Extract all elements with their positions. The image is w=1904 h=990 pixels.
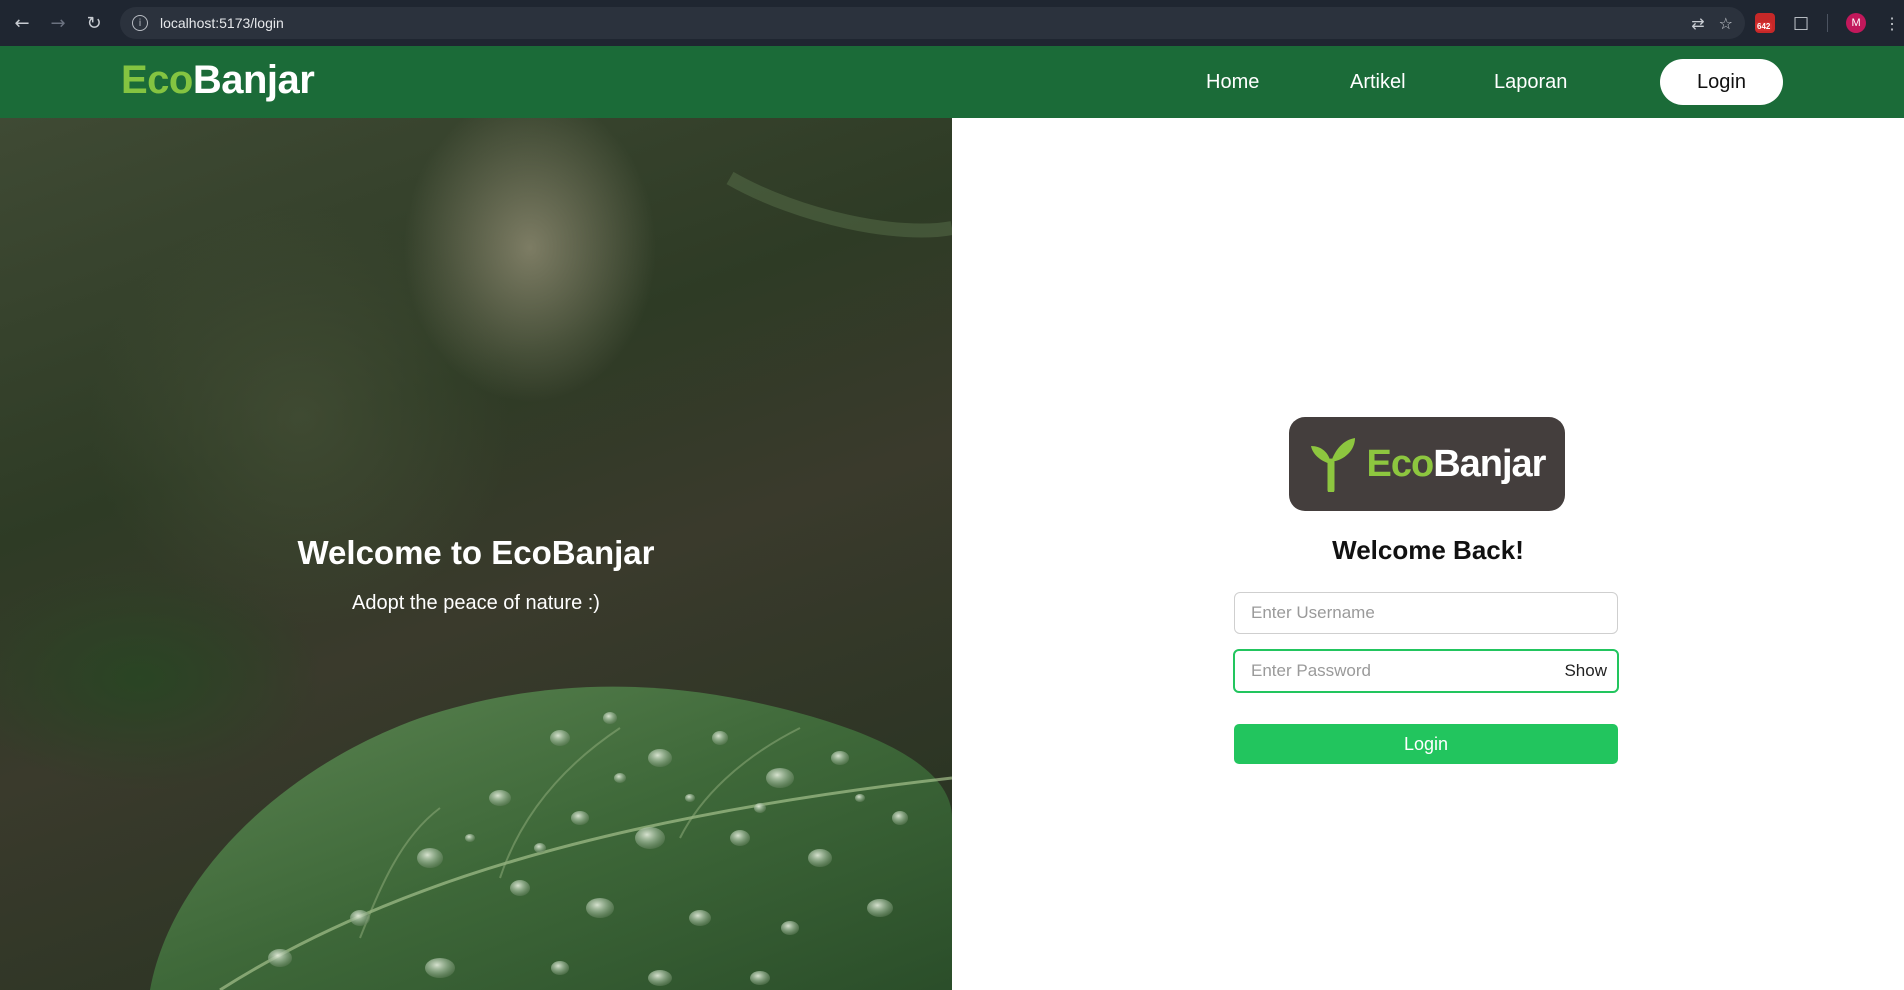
login-submit-button[interactable]: Login: [1234, 724, 1618, 764]
logo-wordmark: EcoBanjar: [1366, 442, 1547, 486]
hero-image: Welcome to EcoBanjar Adopt the peace of …: [0, 118, 952, 990]
welcome-heading: Welcome Back!: [1332, 535, 1524, 565]
username-input[interactable]: [1235, 593, 1551, 633]
nav-laporan[interactable]: Laporan: [1494, 71, 1567, 94]
browser-toolbar: ← → ↻ i localhost:5173/login ⇄ ☆ 642 □ M…: [0, 0, 1904, 46]
logo-banjar: Banjar: [1433, 442, 1546, 485]
site-navbar: EcoBanjar Home Artikel Laporan Login: [0, 46, 1904, 118]
extension-badge: 642: [1755, 22, 1773, 31]
reload-icon[interactable]: ↻: [76, 5, 112, 41]
hero-title: Welcome to EcoBanjar: [297, 534, 655, 571]
forward-arrow-icon[interactable]: →: [40, 5, 76, 41]
ecobanjar-logo: EcoBanjar: [1289, 417, 1565, 511]
login-panel: EcoBanjar Welcome Back! Show Login: [952, 118, 1904, 990]
bookmark-star-icon[interactable]: ☆: [1719, 14, 1733, 33]
brand-banjar: Banjar: [192, 58, 315, 102]
nav-artikel[interactable]: Artikel: [1350, 71, 1406, 94]
profile-avatar-icon[interactable]: M: [1846, 13, 1867, 33]
kebab-menu-icon[interactable]: ⋮: [1884, 14, 1900, 33]
translate-icon[interactable]: ⇄: [1691, 14, 1704, 33]
password-input[interactable]: [1235, 651, 1551, 691]
back-arrow-icon[interactable]: ←: [4, 5, 40, 41]
brand-logo[interactable]: EcoBanjar: [121, 58, 315, 103]
hero-subtitle: Adopt the peace of nature :): [352, 592, 600, 614]
password-field[interactable]: Show: [1233, 649, 1619, 693]
extension-icon[interactable]: 642: [1755, 13, 1775, 33]
logo-eco: Eco: [1366, 442, 1435, 485]
puzzle-icon[interactable]: □: [1793, 13, 1809, 33]
show-password-toggle[interactable]: Show: [1564, 651, 1607, 691]
address-bar[interactable]: i localhost:5173/login ⇄ ☆: [120, 7, 1745, 39]
sprout-icon: [1310, 438, 1355, 492]
site-info-icon[interactable]: i: [132, 15, 148, 31]
url-text: localhost:5173/login: [160, 15, 284, 31]
toolbar-divider: [1827, 14, 1829, 32]
username-field[interactable]: [1234, 592, 1618, 634]
brand-eco: Eco: [121, 58, 193, 102]
nav-home[interactable]: Home: [1206, 71, 1259, 94]
header-login-button[interactable]: Login: [1660, 59, 1783, 105]
